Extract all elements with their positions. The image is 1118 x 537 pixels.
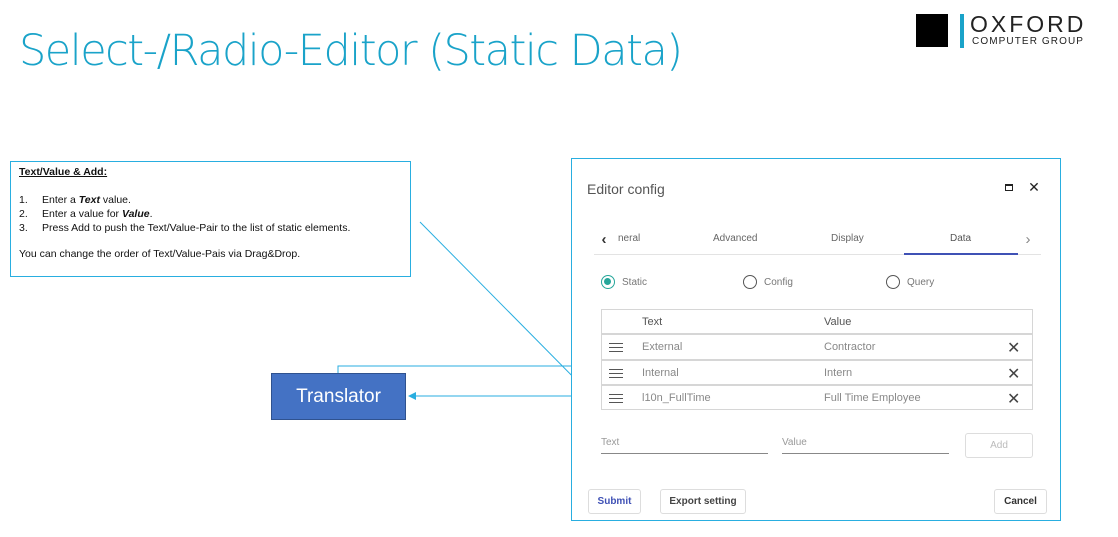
maximize-icon[interactable]: [1001, 179, 1017, 195]
cell-value: Full Time Employee: [824, 392, 921, 404]
radio-config[interactable]: Config: [743, 275, 793, 289]
table-row[interactable]: l10n_FullTime Full Time Employee ✕: [601, 385, 1033, 410]
radio-label: Config: [764, 276, 793, 288]
drag-handle-icon[interactable]: [609, 343, 623, 352]
dialog-title: Editor config: [587, 181, 665, 197]
oxford-logo: OXFORD COMPUTER GROUP: [916, 11, 1108, 48]
logo-square: [916, 14, 948, 47]
add-button[interactable]: Add: [965, 433, 1033, 458]
editor-config-dialog: Editor config ✕ ‹ neral Advanced Display…: [571, 158, 1061, 521]
step-text: Enter a value for Value.: [42, 208, 153, 220]
radio-label: Static: [622, 276, 648, 288]
cell-text: l10n_FullTime: [642, 392, 711, 404]
radio-query[interactable]: Query: [886, 275, 934, 289]
logo-bar: [960, 14, 964, 48]
grid-header: Text Value: [601, 309, 1033, 335]
instruction-note: Text/Value & Add: 1. Enter a Text value.…: [10, 161, 411, 277]
step-text: Press Add to push the Text/Value-Pair to…: [42, 222, 351, 234]
tab-data[interactable]: Data: [950, 233, 971, 244]
cancel-button[interactable]: Cancel: [994, 489, 1047, 514]
column-header-value: Value: [824, 316, 852, 328]
step-number: 3.: [19, 222, 28, 234]
static-data-grid: Text Value External Contractor ✕ Interna…: [601, 309, 1033, 410]
cell-text: External: [642, 341, 683, 353]
close-icon[interactable]: ✕: [1026, 179, 1042, 195]
radio-unchecked-icon: [886, 275, 900, 289]
chevron-right-icon[interactable]: ›: [1020, 231, 1036, 248]
tab-advanced[interactable]: Advanced: [713, 233, 757, 244]
note-footer: You can change the order of Text/Value-P…: [19, 248, 301, 260]
radio-label: Query: [907, 276, 935, 288]
table-row[interactable]: Internal Intern ✕: [601, 360, 1033, 385]
radio-static[interactable]: Static: [601, 275, 647, 289]
export-setting-button[interactable]: Export setting: [660, 489, 746, 514]
submit-button[interactable]: Submit: [588, 489, 641, 514]
radio-unchecked-icon: [743, 275, 757, 289]
note-step: 3. Press Add to push the Text/Value-Pair…: [19, 222, 402, 234]
drag-handle-icon[interactable]: [609, 394, 623, 403]
note-title: Text/Value & Add:: [19, 166, 108, 178]
delete-row-icon[interactable]: ✕: [1007, 338, 1020, 358]
radio-checked-icon: [601, 275, 615, 289]
value-input[interactable]: Value: [782, 434, 949, 454]
note-connector-line: [419, 221, 593, 397]
step-number: 2.: [19, 208, 28, 220]
cell-value: Contractor: [824, 341, 876, 353]
active-tab-indicator: [904, 253, 1018, 255]
translator-box: Translator: [271, 373, 406, 420]
column-header-text: Text: [642, 316, 663, 328]
drag-handle-icon[interactable]: [609, 369, 623, 378]
note-step: 1. Enter a Text value.: [19, 194, 402, 206]
delete-row-icon[interactable]: ✕: [1007, 389, 1020, 409]
delete-row-icon[interactable]: ✕: [1007, 364, 1020, 384]
tab-bar: ‹ neral Advanced Display Data ›: [594, 225, 1041, 255]
tab-display[interactable]: Display: [831, 233, 864, 244]
logo-main-text: OXFORD: [970, 11, 1087, 37]
logo-sub-text: COMPUTER GROUP: [972, 36, 1085, 47]
step-text: Enter a Text value.: [42, 194, 131, 206]
cell-text: Internal: [642, 367, 679, 379]
note-step: 2. Enter a value for Value.: [19, 208, 402, 220]
cell-value: Intern: [824, 367, 853, 379]
step-number: 1.: [19, 194, 28, 206]
table-row[interactable]: External Contractor ✕: [601, 335, 1033, 360]
slide-title: Select-/Radio-Editor (Static Data): [19, 26, 683, 76]
text-input[interactable]: Text: [601, 434, 768, 454]
tab-general[interactable]: neral: [618, 233, 640, 244]
chevron-left-icon[interactable]: ‹: [596, 231, 612, 248]
